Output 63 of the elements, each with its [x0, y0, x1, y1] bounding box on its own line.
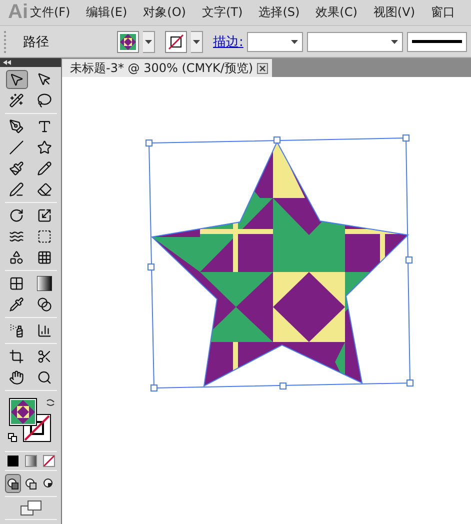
pattern-swatch-icon: [10, 400, 34, 424]
stroke-link[interactable]: 描边:: [213, 32, 244, 50]
menu-item[interactable]: 效果(C): [316, 4, 358, 21]
hand-icon: [9, 370, 24, 385]
grid-icon: [37, 250, 52, 265]
wand-icon: [9, 93, 24, 108]
pen-icon: [9, 119, 24, 134]
menu-item[interactable]: 编辑(E): [86, 4, 128, 21]
selection-icon: [9, 72, 24, 87]
eraser-icon: [37, 182, 52, 197]
mesh-icon: [9, 276, 24, 291]
zoom-icon: [37, 370, 52, 385]
app-logo: Ai: [7, 1, 29, 24]
swap-icon[interactable]: [46, 398, 54, 407]
graph-icon: [37, 323, 52, 338]
sprayer-icon: [9, 323, 24, 338]
caret-icon: [291, 40, 298, 44]
brush-icon: [9, 161, 24, 176]
stroke-weight-field[interactable]: [247, 32, 304, 52]
document-tab[interactable]: 未标题-3* @ 300% (CMYK/预览): [62, 59, 272, 77]
default-colors-icon[interactable]: [8, 433, 16, 442]
pattern-swatch-icon: [120, 34, 136, 50]
rotate-icon: [9, 208, 24, 223]
type-icon: [37, 119, 52, 134]
draw-mode-icon: [6, 478, 18, 490]
stroke-line-icon: [412, 40, 462, 43]
fill-swatch[interactable]: [8, 398, 36, 426]
caret-icon: [145, 40, 152, 44]
blend-icon: [37, 297, 52, 312]
none-mode-button[interactable]: [42, 455, 54, 467]
menu-item[interactable]: 窗口: [431, 4, 455, 21]
menu-item[interactable]: 对象(O): [143, 4, 186, 21]
selection-type-label: 路径: [23, 34, 50, 50]
menu-item[interactable]: 文件(F): [30, 4, 70, 21]
color-mode-button[interactable]: [6, 455, 18, 467]
lasso-icon: [37, 93, 52, 108]
collapse-icon: [3, 60, 11, 65]
screen-mode-button[interactable]: [20, 500, 42, 516]
line-icon: [9, 140, 24, 155]
variable-width-field[interactable]: [307, 32, 404, 52]
fill-swatch[interactable]: [117, 30, 139, 52]
no-stroke-icon: [168, 34, 184, 50]
menu-item[interactable]: 视图(V): [373, 4, 415, 21]
caret-icon: [391, 40, 398, 44]
eyedropper-icon: [9, 297, 24, 312]
star-icon: [37, 140, 52, 155]
selection-tool[interactable]: [6, 70, 28, 89]
menu-item[interactable]: 文字(T): [202, 4, 243, 21]
gradient-icon: [37, 276, 52, 291]
close-icon[interactable]: [257, 62, 268, 74]
draw-normal-button[interactable]: [4, 474, 20, 493]
draw-mode-icon: [42, 478, 54, 490]
brush-field[interactable]: [407, 32, 468, 52]
menu-item[interactable]: 选择(S): [258, 4, 300, 21]
gradient-mode-button[interactable]: [24, 455, 36, 467]
stroke-dropdown-button[interactable]: [191, 30, 203, 52]
scale-icon: [37, 208, 52, 223]
caret-icon: [193, 40, 200, 44]
draw-mode-icon: [24, 478, 36, 490]
stroke-swatch[interactable]: [165, 30, 187, 52]
pencil-icon: [37, 161, 52, 176]
direct-icon: [37, 72, 52, 87]
fill-dropdown-button[interactable]: [143, 30, 155, 52]
